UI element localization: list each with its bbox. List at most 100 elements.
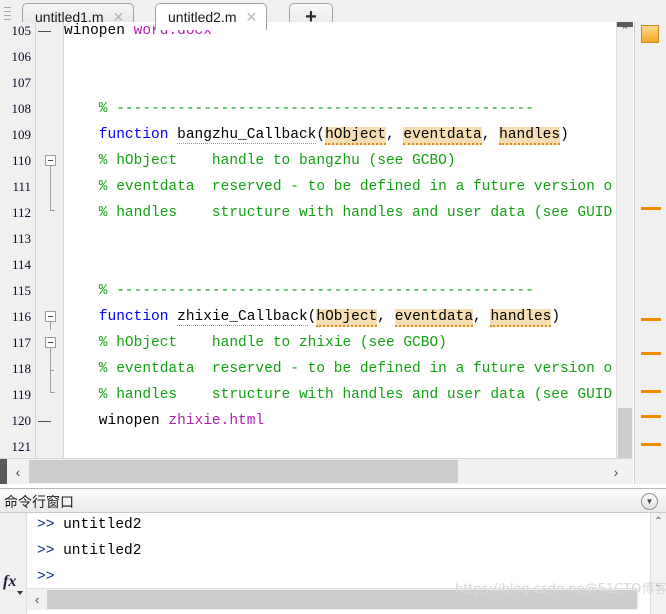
executable-line-marker[interactable]: —	[38, 408, 51, 434]
code-line[interactable]: % --------------------------------------…	[64, 278, 534, 304]
code-fold-toggle[interactable]	[45, 311, 56, 322]
scroll-left-icon[interactable]: ‹	[27, 589, 47, 610]
code-fold-end	[50, 210, 55, 211]
code-token-hl: hObject	[325, 127, 386, 145]
warning-marker[interactable]	[641, 352, 661, 355]
code-fold-line	[50, 322, 51, 330]
line-number: 105	[11, 23, 32, 38]
line-number: 117	[11, 335, 31, 350]
code-token-hl: handles	[499, 127, 561, 145]
code-token-hl: hObject	[316, 309, 378, 327]
scroll-up-icon[interactable]: ⌃	[651, 513, 666, 529]
code-analyzer-status-icon[interactable]	[641, 25, 659, 43]
code-token-fn: zhixie_Callback	[177, 309, 308, 326]
code-token-cm: % eventdata reserved - to be defined in …	[64, 179, 613, 195]
code-text-area[interactable]: winopen word.docx % --------------------…	[64, 22, 615, 484]
line-number: 115	[11, 283, 31, 298]
line-number: 109	[11, 127, 32, 142]
command-window-hscrollbar-thumb[interactable]	[47, 590, 637, 609]
warning-marker[interactable]	[641, 415, 661, 418]
warning-marker[interactable]	[641, 390, 661, 393]
tab-untitled2-m[interactable]: untitled2.m ✕	[155, 3, 268, 30]
scroll-left-icon[interactable]: ‹	[7, 459, 29, 484]
fx-icon[interactable]: fx	[3, 573, 16, 591]
line-number: 120	[11, 413, 32, 428]
line-number: 113	[11, 231, 31, 246]
code-line[interactable]: function bangzhu_Callback(hObject, event…	[64, 122, 569, 148]
line-number: 121	[11, 439, 32, 454]
command-line[interactable]: >>	[37, 564, 54, 590]
line-number: 116	[11, 309, 31, 324]
code-token-cm: % hObject handle to bangzhu (see GCBO)	[64, 153, 456, 169]
line-number-gutter: 105 106 107 108 109 110 111 112 113 114 115 116 117 1…	[0, 22, 36, 484]
code-token-cm: % hObject handle to zhixie (see GCBO)	[64, 335, 447, 351]
warning-marker[interactable]	[641, 443, 661, 446]
code-fold-end	[50, 392, 55, 393]
warning-marker[interactable]	[641, 207, 661, 210]
scroll-right-icon[interactable]: ›	[605, 459, 627, 484]
warning-marker[interactable]	[641, 318, 661, 321]
code-line[interactable]: winopen zhixie.html	[64, 408, 264, 434]
command-line[interactable]: >> untitled2	[37, 538, 141, 564]
code-token-hl: eventdata	[403, 127, 482, 145]
line-number: 114	[11, 257, 31, 272]
code-token-plain: )	[560, 127, 569, 143]
chevron-down-icon[interactable]: ▼	[641, 493, 658, 510]
code-line[interactable]: function zhixie_Callback(hObject, eventd…	[64, 304, 560, 330]
line-number: 110	[11, 153, 31, 168]
code-line[interactable]: % eventdata reserved - to be defined in …	[64, 356, 612, 382]
editor-vertical-scrollbar-thumb[interactable]	[618, 408, 632, 458]
code-token-str: zhixie.html	[168, 413, 265, 429]
command-window[interactable]: 命令行窗口 ▼ fx >> untitled2 >> untitled2 >> ‹ …	[0, 488, 666, 614]
code-line[interactable]: % --------------------------------------…	[64, 96, 534, 122]
code-token-plain: (	[316, 127, 326, 143]
command-prompt: >>	[37, 543, 55, 559]
line-number: 107	[11, 75, 32, 90]
line-number: 111	[12, 179, 31, 194]
code-line[interactable]: % eventdata reserved - to be defined in …	[64, 174, 612, 200]
editor-horizontal-scrollbar-thumb[interactable]	[29, 460, 458, 483]
code-token-plain: ,	[377, 309, 395, 325]
code-line[interactable]: % hObject handle to zhixie (see GCBO)	[64, 330, 447, 356]
command-prompt: >>	[37, 569, 55, 585]
code-token-plain: )	[551, 309, 561, 325]
code-token-cm: % --------------------------------------…	[64, 101, 534, 117]
code-fold-toggle[interactable]	[45, 337, 56, 348]
command-line[interactable]: >> untitled2	[37, 512, 141, 538]
command-window-title: 命令行窗口	[4, 495, 74, 511]
code-token-cm: % handles structure with handles and use…	[64, 205, 615, 221]
code-token-cm: % handles structure with handles and use…	[64, 387, 615, 403]
code-editor[interactable]: 105 106 107 108 109 110 111 112 113 114 115 116 117 1…	[0, 22, 666, 484]
code-token-hl: eventdata	[394, 309, 474, 327]
command-text: untitled2	[54, 543, 142, 559]
close-icon[interactable]: ✕	[242, 10, 260, 24]
editor-vertical-scrollbar[interactable]: ⌃ ⌄	[616, 22, 633, 484]
code-fold-line	[50, 166, 51, 210]
code-token-plain: winopen	[64, 413, 169, 429]
code-analyzer-marker-strip[interactable]	[634, 22, 666, 484]
command-window-vertical-scrollbar[interactable]: ⌃ ⌄	[650, 513, 666, 614]
code-token-fn: bangzhu_Callback	[177, 127, 317, 144]
code-line[interactable]: % handles structure with handles and use…	[64, 382, 615, 408]
code-line[interactable]: % handles structure with handles and use…	[64, 200, 615, 226]
line-number: 112	[11, 205, 31, 220]
code-line[interactable]: % hObject handle to bangzhu (see GCBO)	[64, 148, 456, 174]
command-window-title-bar: 命令行窗口 ▼	[0, 489, 666, 513]
code-token-hl: handles	[490, 309, 552, 327]
code-token-plain: ,	[386, 127, 404, 143]
code-token-kw: function	[98, 127, 169, 143]
code-token-plain: ,	[473, 309, 491, 325]
scroll-up-icon[interactable]: ⌃	[617, 22, 633, 39]
editor-horizontal-scrollbar[interactable]: ‹ ›	[0, 458, 633, 484]
command-text: untitled2	[54, 517, 142, 533]
fx-dropdown-icon[interactable]	[17, 591, 23, 595]
command-window-horizontal-scrollbar[interactable]: ‹	[27, 588, 639, 610]
scroll-down-icon[interactable]: ⌄	[651, 576, 666, 592]
code-token-cm: % --------------------------------------…	[64, 283, 534, 299]
line-number: 119	[11, 387, 31, 402]
code-fold-toggle[interactable]	[45, 155, 56, 166]
executable-line-marker[interactable]: —	[38, 22, 51, 44]
